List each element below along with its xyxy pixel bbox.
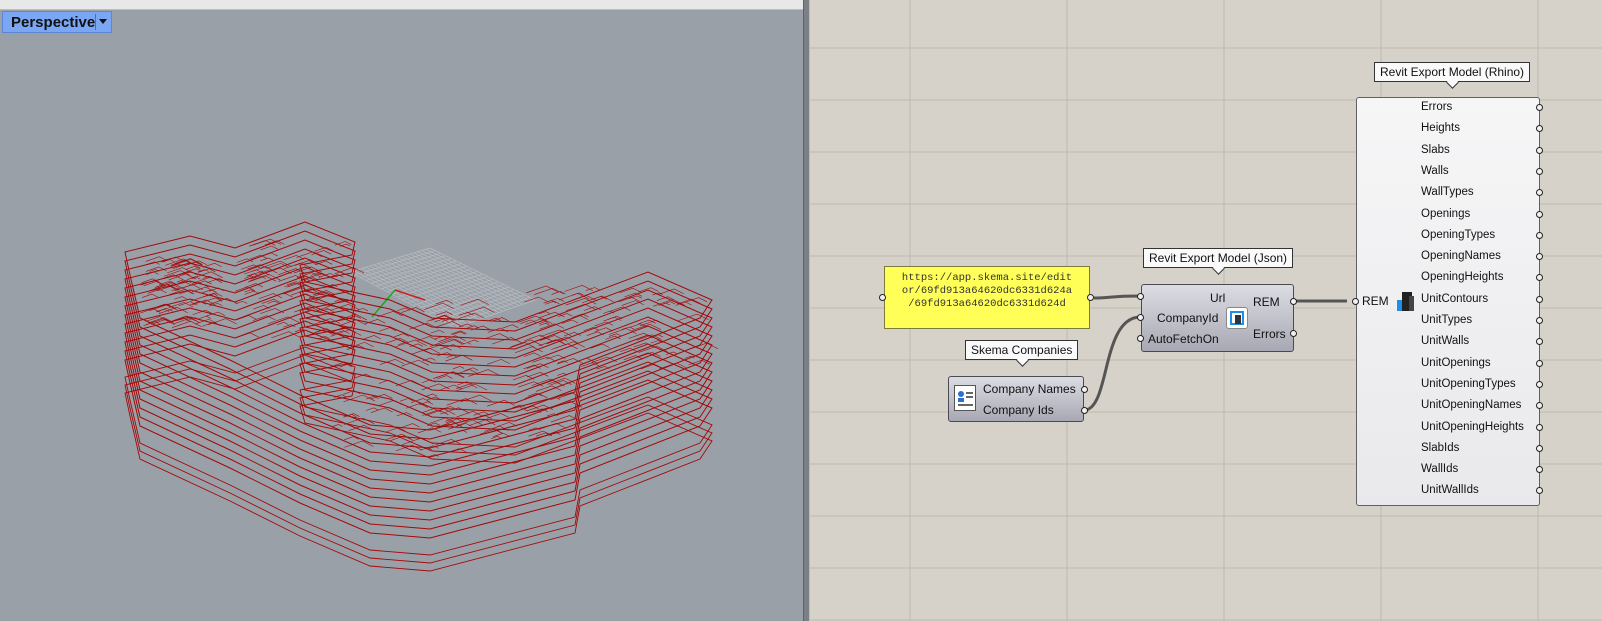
companies-output-names-grip[interactable] bbox=[1081, 386, 1088, 393]
json-component-tooltip: Revit Export Model (Json) bbox=[1143, 248, 1294, 275]
rhino-output-label: OpeningHeights bbox=[1421, 271, 1504, 284]
url-panel-output-grip[interactable] bbox=[1087, 294, 1094, 301]
rhino-output-grip[interactable] bbox=[1536, 444, 1543, 452]
companies-output-ids-grip[interactable] bbox=[1081, 407, 1088, 414]
revit-building-icon bbox=[1395, 289, 1417, 313]
rhino-output-label: WallIds bbox=[1421, 463, 1459, 476]
contact-card-icon bbox=[954, 385, 976, 411]
rhino-output-label: Walls bbox=[1421, 164, 1449, 177]
output-errors-label: Errors bbox=[1253, 327, 1286, 341]
url-line-3: /69fd913a64620dc6331d624d bbox=[908, 298, 1066, 310]
rhino-output-grip[interactable] bbox=[1536, 167, 1543, 175]
json-output-rem-grip[interactable] bbox=[1290, 298, 1297, 305]
rhino-output-label: UnitTypes bbox=[1421, 314, 1473, 326]
json-input-companyid-grip[interactable] bbox=[1137, 314, 1144, 321]
output-company-names-label: Company Names bbox=[983, 382, 1076, 396]
rhino-output-grip[interactable] bbox=[1536, 359, 1543, 367]
rhino-input-rem-grip[interactable] bbox=[1352, 298, 1359, 305]
companies-component-tooltip: Skema Companies bbox=[965, 340, 1079, 367]
output-company-ids-label: Company Ids bbox=[983, 403, 1054, 417]
json-output-errors-grip[interactable] bbox=[1290, 330, 1297, 337]
rhino-component-tooltip: Revit Export Model (Rhino) bbox=[1374, 62, 1531, 89]
skema-companies-component[interactable]: Company Names Company Ids bbox=[948, 376, 1084, 422]
rhino-output-grip[interactable] bbox=[1536, 231, 1543, 239]
input-autofetch-label: AutoFetchOn bbox=[1148, 332, 1219, 346]
rhino-viewport[interactable]: Perspective bbox=[0, 0, 803, 621]
rhino-output-label: Openings bbox=[1421, 207, 1471, 220]
viewport-wireframe-model bbox=[124, 221, 719, 572]
revit-export-json-component[interactable]: Url CompanyId AutoFetchOn REM Errors bbox=[1141, 284, 1294, 352]
pane-splitter[interactable] bbox=[803, 0, 810, 621]
rhino-output-label: Slabs bbox=[1421, 143, 1450, 156]
viewport-name-label: Perspective bbox=[11, 14, 96, 31]
rhino-output-label: UnitOpenings bbox=[1421, 356, 1491, 369]
json-input-autofetch-grip[interactable] bbox=[1137, 335, 1144, 342]
rhino-output-grip[interactable] bbox=[1536, 146, 1543, 154]
rhino-output-label: UnitContours bbox=[1421, 292, 1489, 305]
url-panel[interactable]: https://app.skema.site/edit or/69fd913a6… bbox=[884, 266, 1090, 329]
url-line-1: https://app.skema.site/edit bbox=[901, 272, 1073, 284]
input-companyid-label: CompanyId bbox=[1157, 311, 1219, 325]
rhino-output-label: UnitWallIds bbox=[1421, 484, 1479, 497]
wire-url bbox=[1093, 294, 1141, 300]
rhino-input-rem-label: REM bbox=[1362, 294, 1389, 308]
input-url-label: Url bbox=[1210, 291, 1226, 305]
json-input-url-grip[interactable] bbox=[1137, 293, 1144, 300]
rhino-output-label: UnitWalls bbox=[1421, 335, 1470, 348]
rhino-output-grip[interactable] bbox=[1536, 295, 1543, 303]
rhino-output-label: Errors bbox=[1421, 101, 1453, 113]
rhino-output-grip[interactable] bbox=[1536, 423, 1543, 431]
rhino-output-label: UnitOpeningTypes bbox=[1421, 377, 1516, 390]
rhino-output-label: OpeningTypes bbox=[1421, 228, 1496, 241]
rhino-output-grip[interactable] bbox=[1536, 104, 1543, 111]
rhino-output-label: SlabIds bbox=[1421, 441, 1460, 454]
rhino-output-label: OpeningNames bbox=[1421, 250, 1501, 263]
rhino-output-grip[interactable] bbox=[1536, 210, 1543, 218]
rhino-output-label: WallTypes bbox=[1421, 186, 1474, 199]
viewport-tab-perspective[interactable]: Perspective bbox=[2, 11, 112, 33]
url-line-2: or/69fd913a64620dc6331d624a bbox=[901, 285, 1073, 297]
grasshopper-canvas[interactable]: https://app.skema.site/edit or/69fd913a6… bbox=[810, 0, 1602, 621]
viewport-title-strip bbox=[0, 0, 803, 10]
rhino-output-grip[interactable] bbox=[1536, 380, 1543, 388]
wire-company-ids bbox=[1085, 315, 1141, 412]
rhino-output-label: UnitOpeningHeights bbox=[1421, 420, 1524, 433]
rhino-output-grip[interactable] bbox=[1536, 317, 1543, 324]
chevron-down-icon[interactable] bbox=[95, 14, 108, 30]
url-panel-input-grip[interactable] bbox=[879, 294, 886, 301]
rhino-output-label: UnitOpeningNames bbox=[1421, 399, 1522, 412]
output-rem-label: REM bbox=[1253, 295, 1280, 309]
revit-export-icon bbox=[1226, 307, 1248, 329]
rhino-output-label: Heights bbox=[1421, 122, 1460, 135]
